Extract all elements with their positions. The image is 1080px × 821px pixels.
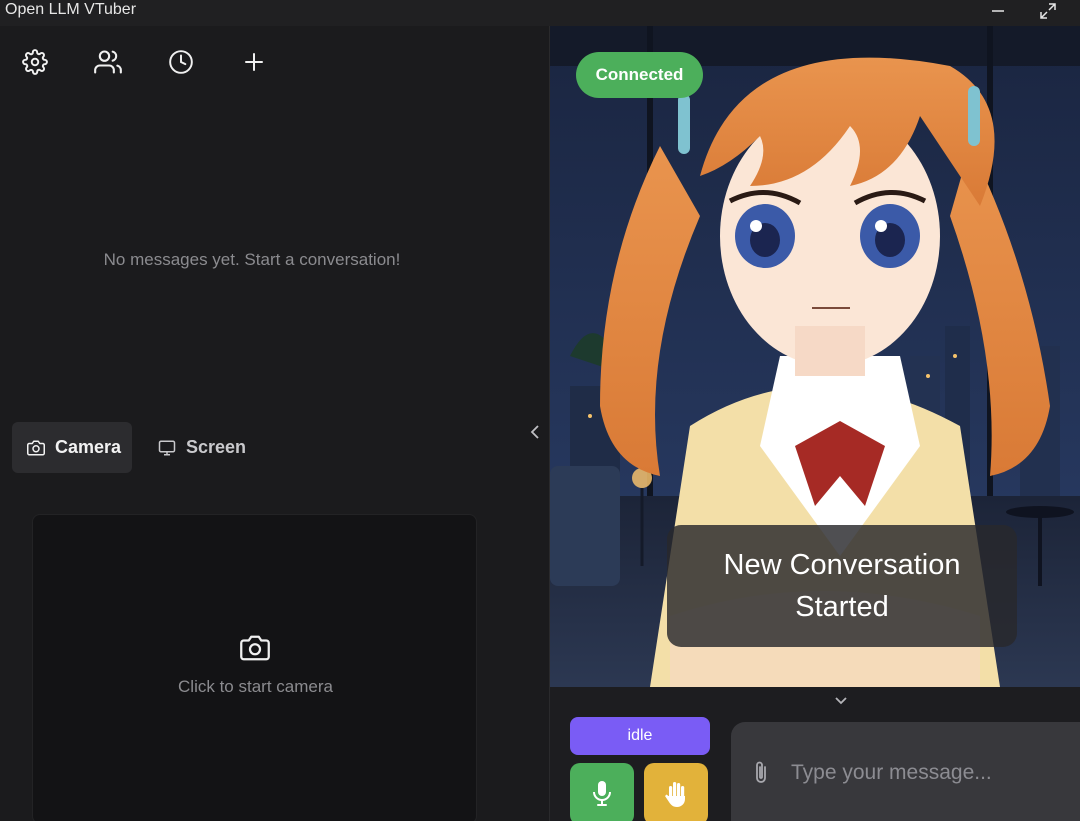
plus-icon bbox=[245, 53, 263, 71]
hand-icon bbox=[665, 782, 685, 807]
expand-icon bbox=[1040, 3, 1056, 19]
message-composer bbox=[731, 722, 1080, 821]
tab-camera[interactable]: Camera bbox=[12, 422, 132, 473]
chevron-left-icon bbox=[530, 425, 539, 439]
message-input[interactable] bbox=[791, 756, 1071, 790]
camera-icon bbox=[240, 635, 270, 661]
minimize-button[interactable] bbox=[980, 0, 1016, 22]
microphone-button[interactable] bbox=[570, 763, 634, 821]
left-panel: No messages yet. Start a conversation! C… bbox=[0, 26, 549, 821]
camera-start-prompt: Click to start camera bbox=[178, 677, 333, 696]
characters-button[interactable] bbox=[94, 48, 122, 76]
history-button[interactable] bbox=[167, 48, 195, 76]
title-bar: Open LLM VTuber bbox=[0, 0, 1080, 26]
tab-screen-label: Screen bbox=[186, 437, 247, 457]
settings-button[interactable] bbox=[21, 48, 49, 76]
vtuber-stage: Connected New Conversation Started bbox=[550, 26, 1080, 687]
ai-state-indicator: idle bbox=[570, 717, 710, 755]
camera-preview[interactable]: Click to start camera bbox=[32, 514, 477, 821]
subtitle-text: New Conversation Started bbox=[723, 549, 961, 623]
gear-icon bbox=[22, 49, 48, 75]
minimize-icon bbox=[992, 10, 1004, 12]
empty-chat-message: No messages yet. Start a conversation! bbox=[103, 250, 401, 269]
tab-camera-label: Camera bbox=[55, 437, 122, 457]
chevron-down-icon[interactable] bbox=[833, 695, 849, 707]
clock-icon bbox=[169, 50, 193, 74]
window-title: Open LLM VTuber bbox=[5, 1, 137, 18]
tab-screen[interactable]: Screen bbox=[143, 422, 253, 473]
subtitle-box: New Conversation Started bbox=[667, 525, 1017, 647]
camera-icon bbox=[27, 440, 45, 455]
control-panel: idle bbox=[550, 687, 1080, 821]
paperclip-icon[interactable] bbox=[751, 760, 771, 786]
connection-status-badge: Connected bbox=[576, 52, 703, 98]
microphone-icon bbox=[593, 781, 611, 806]
users-icon bbox=[94, 50, 122, 74]
new-chat-button[interactable] bbox=[240, 48, 268, 76]
monitor-icon bbox=[158, 440, 176, 455]
interrupt-button[interactable] bbox=[644, 763, 708, 821]
collapse-sidebar-button[interactable] bbox=[526, 420, 544, 444]
fullscreen-button[interactable] bbox=[1030, 0, 1066, 22]
